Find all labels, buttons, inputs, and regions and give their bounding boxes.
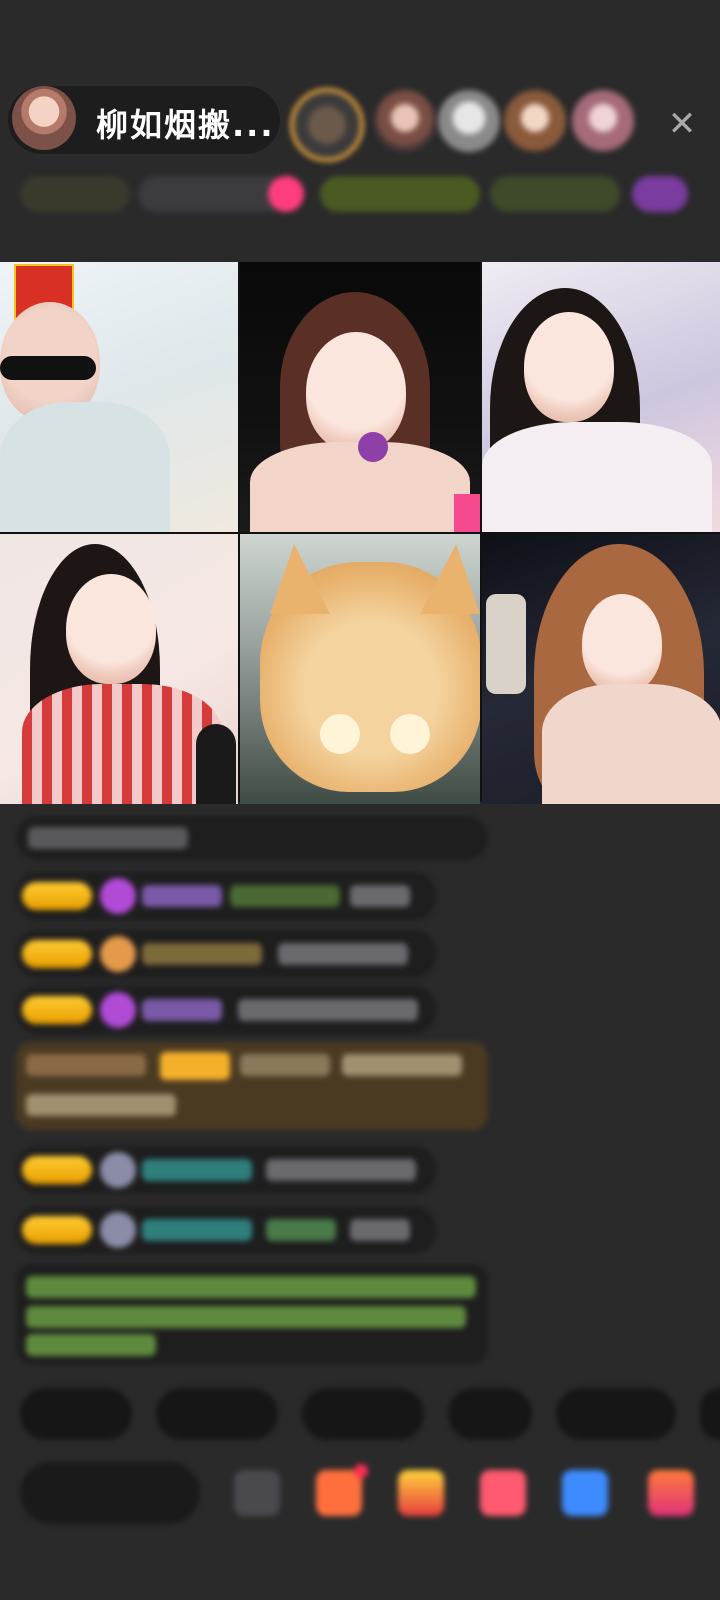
announcement-message xyxy=(16,1264,488,1364)
gift-box-icon[interactable] xyxy=(316,1470,362,1516)
level-badge xyxy=(22,882,92,910)
more-pill[interactable] xyxy=(632,176,688,212)
bottom-toolbar xyxy=(0,1456,720,1536)
stream-tile-3[interactable] xyxy=(482,262,720,532)
quick-reply-button[interactable] xyxy=(156,1388,278,1440)
dog-eye xyxy=(390,714,430,754)
host-name[interactable]: 柳如烟搬... xyxy=(96,100,274,146)
quick-reply-button[interactable] xyxy=(556,1388,676,1440)
level-badge xyxy=(22,1156,92,1184)
guest-body xyxy=(22,684,222,804)
stream-tile-4[interactable] xyxy=(0,534,238,804)
host-avatar[interactable] xyxy=(12,86,76,150)
user-avatar[interactable] xyxy=(100,936,136,972)
viewer-avatar[interactable] xyxy=(504,90,566,152)
share-icon[interactable] xyxy=(562,1470,608,1516)
level-badge xyxy=(22,1216,92,1244)
popularity-pill[interactable] xyxy=(138,176,288,212)
top-viewers-list xyxy=(290,82,660,162)
close-icon[interactable]: ✕ xyxy=(662,104,702,144)
room-rank-pill[interactable] xyxy=(20,176,130,212)
guest-face xyxy=(306,332,406,452)
chat-message xyxy=(16,986,436,1034)
stream-tile-2[interactable] xyxy=(240,262,480,532)
flower-accessory xyxy=(358,432,388,462)
sunglasses xyxy=(0,356,96,380)
level-badge xyxy=(22,996,92,1024)
chat-message xyxy=(16,816,488,860)
room-info-row xyxy=(20,174,700,218)
user-avatar[interactable] xyxy=(100,878,136,914)
chat-message xyxy=(16,1206,436,1254)
guest-face xyxy=(582,594,662,694)
level-badge xyxy=(22,940,92,968)
viewer-avatar[interactable] xyxy=(374,90,436,152)
stream-tile-5[interactable] xyxy=(240,534,480,804)
guest-body xyxy=(542,684,720,804)
quick-reply-button[interactable] xyxy=(302,1388,424,1440)
guest-face xyxy=(66,574,156,684)
user-avatar[interactable] xyxy=(100,1212,136,1248)
notification-dot xyxy=(354,1464,368,1478)
user-avatar[interactable] xyxy=(100,1152,136,1188)
tag-pill[interactable] xyxy=(320,176,480,212)
microphone xyxy=(196,724,236,804)
quick-reply-button[interactable] xyxy=(448,1388,532,1440)
emoji-icon[interactable] xyxy=(234,1470,280,1516)
chat-message xyxy=(16,1146,436,1194)
guest-body xyxy=(0,402,170,532)
gift-icon[interactable] xyxy=(648,1470,694,1516)
viewer-avatar[interactable] xyxy=(438,90,500,152)
game-icon[interactable] xyxy=(480,1470,526,1516)
multi-guest-video-grid xyxy=(0,262,720,804)
stream-tile-6[interactable] xyxy=(482,534,720,804)
chat-message xyxy=(16,872,436,920)
system-message xyxy=(16,1042,488,1130)
stream-tile-1[interactable] xyxy=(0,262,238,532)
guest-body xyxy=(482,422,712,532)
viewer-avatar[interactable] xyxy=(290,88,364,162)
quick-reply-button[interactable] xyxy=(700,1388,720,1440)
lamp xyxy=(486,594,526,694)
treasure-icon[interactable] xyxy=(398,1470,444,1516)
tag-pill[interactable] xyxy=(490,176,620,212)
guest-face xyxy=(524,312,614,422)
chair-edge xyxy=(454,494,480,532)
follow-pill[interactable] xyxy=(268,176,304,212)
chat-message xyxy=(16,930,436,978)
dog-eye xyxy=(320,714,360,754)
quick-reply-button[interactable] xyxy=(20,1388,132,1440)
comment-input[interactable] xyxy=(20,1462,200,1524)
user-avatar[interactable] xyxy=(100,992,136,1028)
viewer-avatar[interactable] xyxy=(572,90,634,152)
